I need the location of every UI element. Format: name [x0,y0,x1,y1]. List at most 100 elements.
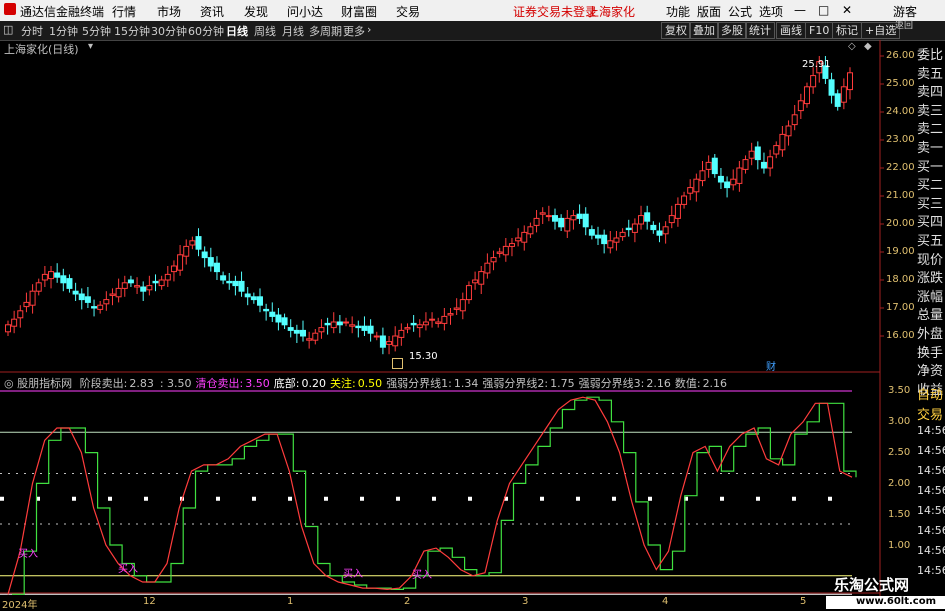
candle-body [570,215,577,221]
candle-body [140,286,147,292]
kline-chart[interactable] [0,40,915,609]
candle-body [810,75,817,88]
candle-body [263,308,270,312]
candle-body [588,229,595,236]
menu-banmian[interactable]: 版面 [697,3,721,20]
candle-body [484,262,491,274]
candle-body [312,332,319,341]
menu-faxian[interactable]: 发现 [244,3,268,20]
indicator-tick: 2.50 [888,447,911,458]
candle-body [349,324,356,327]
candle-body [293,329,300,334]
back-button[interactable]: 返回 [895,22,913,31]
candle-body [121,282,128,289]
candle-body [72,290,79,295]
time-tick: 4 [662,596,669,607]
minimize-button[interactable]: — [794,3,806,17]
candle-body [97,304,104,310]
indicator-name[interactable]: 股朋指标网 [17,377,72,390]
settings-icon[interactable]: ◎ [4,377,17,390]
period-more[interactable]: 更多 [343,23,365,39]
candle-body [404,327,411,330]
candle-body [115,287,122,298]
candle-body [742,159,749,170]
buy-signal-label: 买入 [118,564,138,575]
candle-body [711,157,718,175]
period-5min[interactable]: 5分钟 [82,23,111,39]
btn-f10[interactable]: F10 [805,22,834,39]
menu-caifuquan[interactable]: 财富圈 [341,3,377,20]
legend-label: 关注: [329,377,356,390]
btn-biaoji[interactable]: 标记 [832,22,862,39]
candle-body [668,215,675,224]
candle-body [343,321,350,324]
period-15min[interactable]: 15分钟 [114,23,150,39]
btn-huaxian[interactable]: 画线 [776,22,806,39]
menu-zixun[interactable]: 资讯 [200,3,224,20]
period-monthly[interactable]: 月线 [282,23,304,39]
candle-body [250,296,257,301]
finance-marker[interactable]: 财 [766,358,776,373]
event-marker-icon[interactable] [392,358,403,369]
btn-fuquan[interactable]: 复权 [661,22,691,39]
sub-panel-label: 自动 [917,388,944,403]
guest-label[interactable]: 游客 [893,3,917,20]
candle-body [23,301,30,308]
price-tick: 21.00 [886,190,915,201]
candle-body [515,237,522,242]
candle-body [687,187,694,194]
indicator-tick: 1.00 [888,540,911,551]
login-status[interactable]: 证券交易未登录 [513,3,597,20]
menu-gongshi[interactable]: 公式 [728,3,752,20]
period-fenshi[interactable]: 分时 [21,23,43,39]
stock-name: 上海家化 [587,5,636,19]
order-book-label: 涨幅 [917,289,944,305]
menu-xuanxiang[interactable]: 选项 [759,3,783,20]
candle-body [760,161,767,169]
candle-body [318,327,325,333]
candle-body [256,296,263,306]
maximize-button[interactable]: □ [818,3,829,17]
candle-body [730,178,737,186]
toolbar-menu-icon[interactable]: ◫ [3,23,13,36]
price-tick: 23.00 [886,134,915,145]
candle-body [650,224,657,231]
menu-jiaoyi[interactable]: 交易 [396,3,420,20]
candle-body [459,299,466,312]
period-daily[interactable]: 日线 [226,23,248,39]
order-book-label: 卖二 [917,122,944,138]
candle-body [527,226,534,235]
menu-wenxiaoda[interactable]: 问小达 [287,3,323,20]
period-weekly[interactable]: 周线 [254,23,276,39]
candle-body [189,240,196,246]
candle-body [785,125,792,137]
candle-body [496,251,503,254]
chevron-right-icon[interactable]: › [367,23,371,36]
candle-body [478,271,485,285]
candle-body [619,231,626,238]
order-book-label: 净资 [917,364,944,380]
price-tick: 26.00 [886,50,915,61]
candle-body [287,327,294,331]
menu-hangqing[interactable]: 行情 [112,3,136,20]
period-60min[interactable]: 60分钟 [188,23,224,39]
btn-duogu[interactable]: 多股 [717,22,747,39]
order-book-label: 涨跌 [917,271,944,287]
period-multi[interactable]: 多周期 [309,23,342,39]
app-logo-icon [4,3,16,15]
candle-body [361,325,368,331]
btn-diejia[interactable]: 叠加 [689,22,719,39]
menu-bar: 通达信金融终端 行情 市场 资讯 发现 问小达 财富圈 交易 证券交易未登录 上… [0,0,945,21]
candle-body [638,215,645,225]
period-1min[interactable]: 1分钟 [49,23,78,39]
period-30min[interactable]: 30分钟 [151,23,187,39]
menu-shichang[interactable]: 市场 [157,3,181,20]
watermark-url: www.60lt.com [856,596,937,607]
candle-body [422,321,429,326]
btn-tongji[interactable]: 统计 [745,22,775,39]
candle-body [447,313,454,316]
candle-body [11,318,18,327]
candle-body [803,86,810,105]
close-button[interactable]: ✕ [842,3,852,17]
menu-gongneng[interactable]: 功能 [666,3,690,20]
